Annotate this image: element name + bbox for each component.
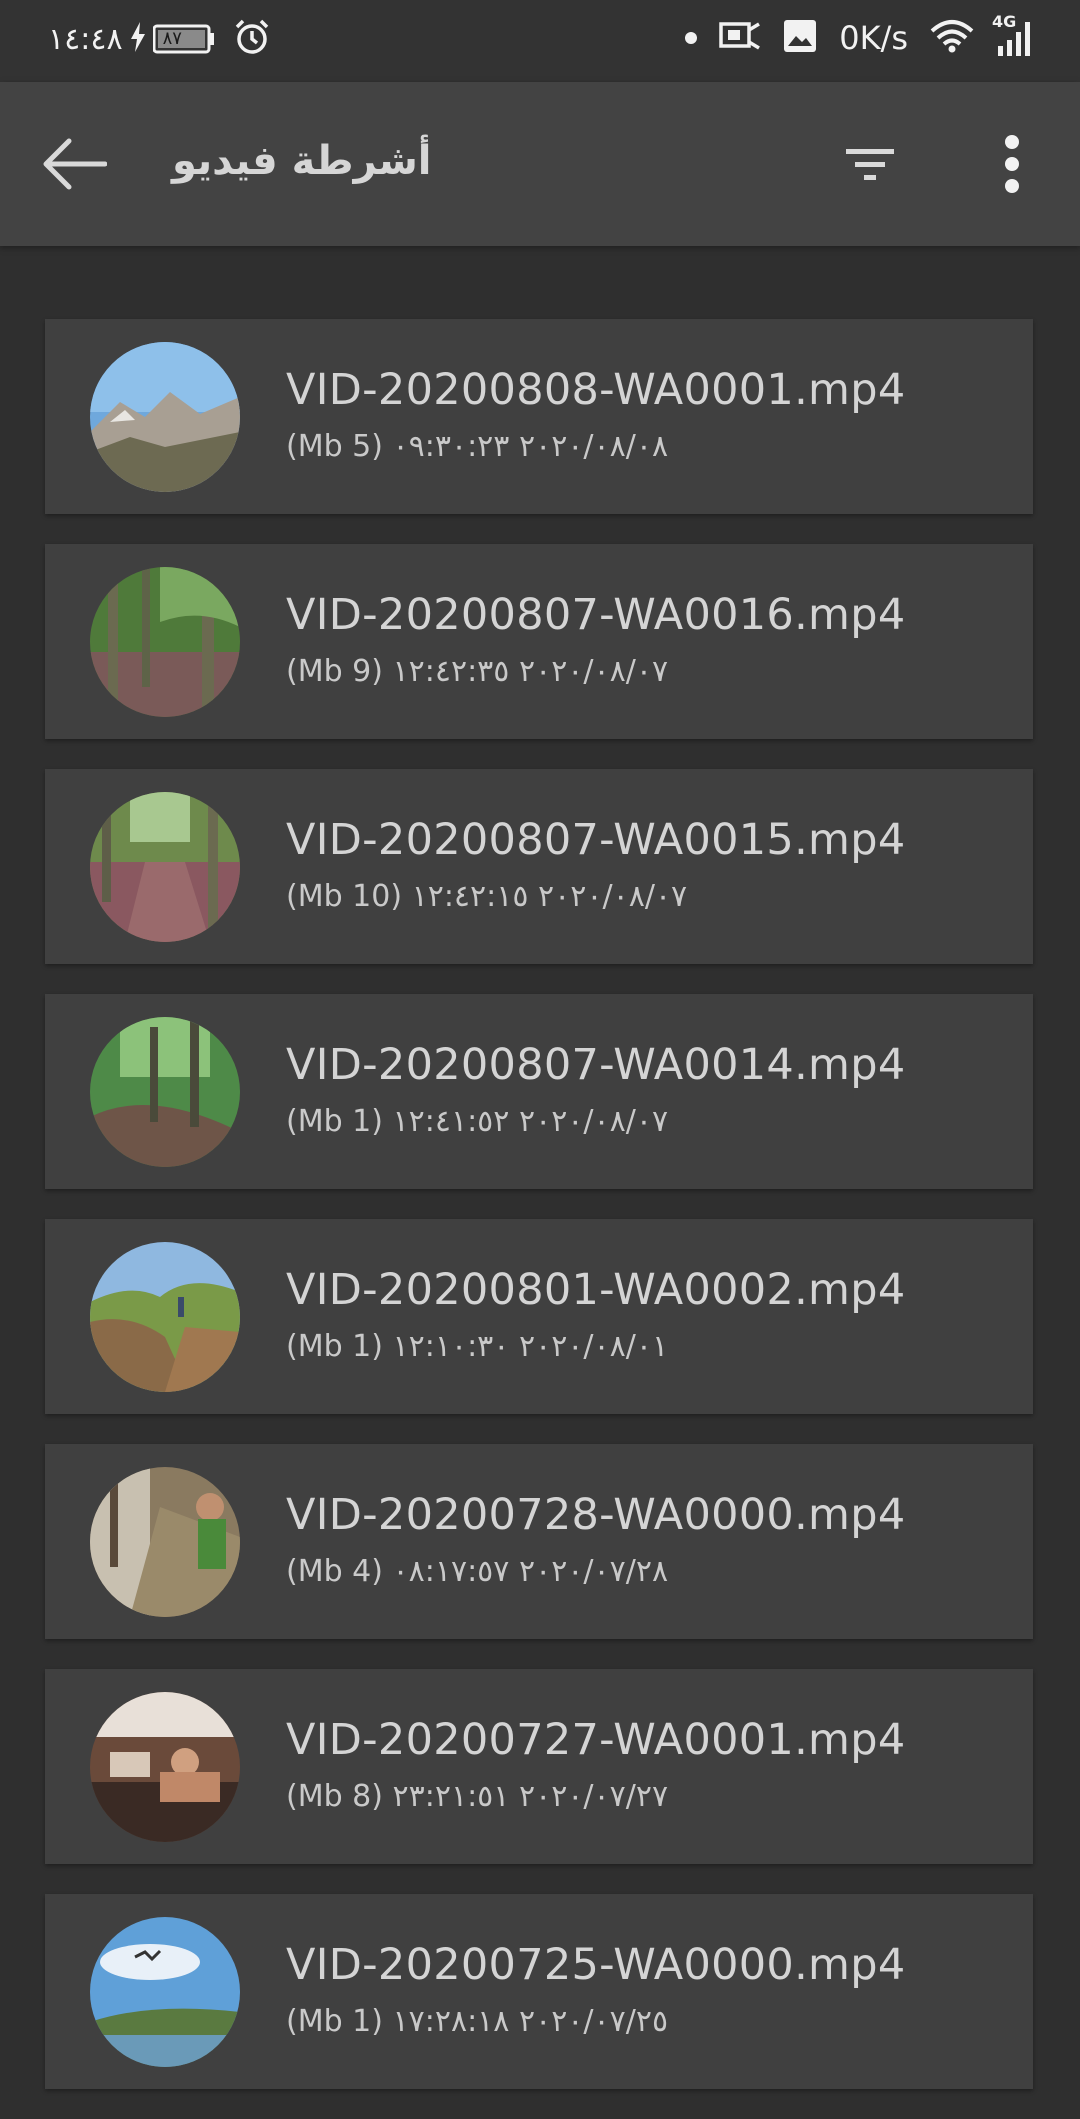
- video-size: (Mb 5): [286, 429, 383, 464]
- alarm-icon: [233, 18, 271, 60]
- video-datetime: ٢٠٢٠/٠٨/٠١ ١٢:١٠:٣٠: [392, 1329, 669, 1364]
- video-meta: (Mb 9) ٢٠٢٠/٠٨/٠٧ ١٢:٤٢:٣٥: [286, 654, 668, 689]
- video-filename: VID-20200801-WA0002.mp4: [286, 1265, 906, 1315]
- more-vert-icon: [1004, 134, 1020, 198]
- video-filename: VID-20200808-WA0001.mp4: [286, 365, 906, 415]
- arrow-back-icon: [41, 138, 108, 194]
- more-options-button[interactable]: [986, 128, 1038, 204]
- video-meta: (Mb 1) ٢٠٢٠/٠٨/٠٧ ١٢:٤١:٥٢: [286, 1104, 668, 1139]
- net-speed: 0K/s: [839, 19, 908, 57]
- page-title: أشرطة فيديو: [172, 138, 432, 184]
- video-thumbnail: [90, 1692, 240, 1842]
- wifi-icon: [930, 19, 974, 57]
- video-size: (Mb 1): [286, 1104, 383, 1139]
- video-thumbnail: [90, 1017, 240, 1167]
- video-meta: (Mb 4) ٢٠٢٠/٠٧/٢٨ ٠٨:١٧:٥٧: [286, 1554, 668, 1589]
- video-meta: (Mb 8) ٢٠٢٠/٠٧/٢٧ ٢٣:٢١:٥١: [286, 1779, 668, 1814]
- video-thumbnail: [90, 1242, 240, 1392]
- video-meta: (Mb 10) ٢٠٢٠/٠٨/٠٧ ١٢:٤٢:١٥: [286, 879, 687, 914]
- video-item[interactable]: VID-20200807-WA0015.mp4 (Mb 10) ٢٠٢٠/٠٨/…: [45, 769, 1033, 964]
- filter-button[interactable]: [836, 138, 904, 194]
- video-thumbnail: [90, 567, 240, 717]
- charging-bolt-icon: [130, 22, 145, 56]
- video-item[interactable]: VID-20200807-WA0014.mp4 (Mb 1) ٢٠٢٠/٠٨/٠…: [45, 994, 1033, 1189]
- video-filename: VID-20200727-WA0001.mp4: [286, 1715, 906, 1765]
- video-datetime: ٢٠٢٠/٠٧/٢٨ ٠٨:١٧:٥٧: [392, 1554, 669, 1589]
- video-size: (Mb 8): [286, 1779, 383, 1814]
- video-item[interactable]: VID-20200728-WA0000.mp4 (Mb 4) ٢٠٢٠/٠٧/٢…: [45, 1444, 1033, 1639]
- video-filename: VID-20200807-WA0014.mp4: [286, 1040, 906, 1090]
- video-item[interactable]: VID-20200807-WA0016.mp4 (Mb 9) ٢٠٢٠/٠٨/٠…: [45, 544, 1033, 739]
- video-item[interactable]: VID-20200808-WA0001.mp4 (Mb 5) ٢٠٢٠/٠٨/٠…: [45, 319, 1033, 514]
- video-datetime: ٢٠٢٠/٠٨/٠٧ ١٢:٤٢:١٥: [411, 879, 688, 914]
- video-size: (Mb 10): [286, 879, 403, 914]
- video-meta: (Mb 1) ٢٠٢٠/٠٨/٠١ ١٢:١٠:٣٠: [286, 1329, 668, 1364]
- video-datetime: ٢٠٢٠/٠٨/٠٧ ١٢:٤٢:٣٥: [392, 654, 669, 689]
- video-meta: (Mb 5) ٢٠٢٠/٠٨/٠٨ ٠٩:٣٠:٢٣: [286, 429, 668, 464]
- image-icon: [783, 19, 817, 57]
- video-filename: VID-20200807-WA0016.mp4: [286, 590, 906, 640]
- battery-level: ٨٧: [162, 28, 182, 49]
- back-button[interactable]: [36, 128, 112, 204]
- cellular-signal-icon: 4G: [992, 12, 1032, 58]
- video-filename: VID-20200807-WA0015.mp4: [286, 815, 906, 865]
- video-thumbnail: [90, 1467, 240, 1617]
- video-thumbnail: [90, 792, 240, 942]
- video-datetime: ٢٠٢٠/٠٧/٢٥ ١٧:٢٨:١٨: [392, 2004, 669, 2039]
- app-bar: أشرطة فيديو: [0, 82, 1080, 246]
- video-size: (Mb 4): [286, 1554, 383, 1589]
- video-filename: VID-20200725-WA0000.mp4: [286, 1940, 906, 1990]
- video-thumbnail: [90, 1917, 240, 2067]
- video-size: (Mb 1): [286, 1329, 383, 1364]
- video-item[interactable]: VID-20200725-WA0000.mp4 (Mb 1) ٢٠٢٠/٠٧/٢…: [45, 1894, 1033, 2089]
- status-right: 0K/s 4G: [685, 12, 1032, 58]
- video-meta: (Mb 1) ٢٠٢٠/٠٧/٢٥ ١٧:٢٨:١٨: [286, 2004, 668, 2039]
- video-item[interactable]: VID-20200801-WA0002.mp4 (Mb 1) ٢٠٢٠/٠٨/٠…: [45, 1219, 1033, 1414]
- screen-share-icon: [719, 20, 761, 56]
- filter-list-icon: [846, 147, 894, 185]
- status-bar: ١٤:٤٨ ٨٧ 0K/s 4G: [0, 0, 1080, 82]
- video-thumbnail: [90, 342, 240, 492]
- video-size: (Mb 1): [286, 2004, 383, 2039]
- video-list: VID-20200808-WA0001.mp4 (Mb 5) ٢٠٢٠/٠٨/٠…: [45, 319, 1033, 2119]
- status-left: ١٤:٤٨ ٨٧: [48, 18, 271, 60]
- video-filename: VID-20200728-WA0000.mp4: [286, 1490, 906, 1540]
- video-datetime: ٢٠٢٠/٠٨/٠٨ ٠٩:٣٠:٢٣: [392, 429, 669, 464]
- video-item[interactable]: VID-20200727-WA0001.mp4 (Mb 8) ٢٠٢٠/٠٧/٢…: [45, 1669, 1033, 1864]
- battery-icon: ٨٧: [152, 24, 215, 54]
- status-time: ١٤:٤٨: [48, 21, 123, 57]
- video-size: (Mb 9): [286, 654, 383, 689]
- video-datetime: ٢٠٢٠/٠٧/٢٧ ٢٣:٢١:٥١: [392, 1779, 669, 1814]
- dot-icon: [685, 29, 698, 48]
- video-datetime: ٢٠٢٠/٠٨/٠٧ ١٢:٤١:٥٢: [392, 1104, 669, 1139]
